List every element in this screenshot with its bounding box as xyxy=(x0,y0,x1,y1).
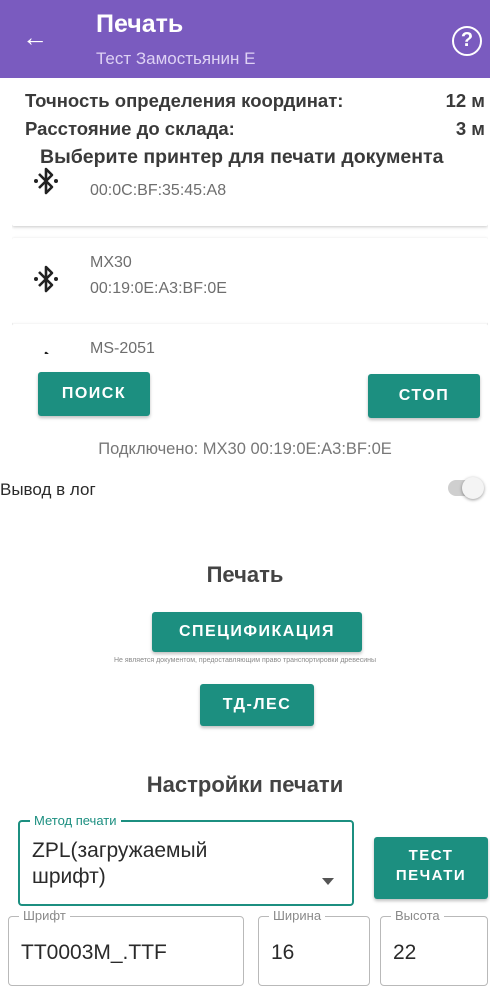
print-method-value-line2: шрифт) xyxy=(32,865,106,888)
stop-button[interactable]: СТОП xyxy=(368,374,480,418)
printer-list-item[interactable]: MS-2051 xyxy=(12,324,488,354)
printer-list[interactable]: 00:0C:BF:35:45:A8 MX30 00:19:0E:A3:BF:0E… xyxy=(12,162,488,354)
font-value: TT0003M_.TTF xyxy=(21,941,167,964)
toggle-knob xyxy=(462,477,484,499)
page-subtitle: Тест Замостьянин Е xyxy=(96,49,256,68)
app-bar: ← Печать Тест Замостьянин Е ? xyxy=(0,0,490,78)
width-value: 16 xyxy=(271,941,295,964)
connection-status: Подключено: MX30 00:19:0E:A3:BF:0E xyxy=(98,440,392,458)
width-label: Ширина xyxy=(269,908,326,924)
arrow-back-icon[interactable]: ← xyxy=(22,24,48,50)
search-button[interactable]: ПОИСК xyxy=(38,372,150,416)
print-section-title: Печать xyxy=(206,562,284,587)
test-print-label-line2: ПЕЧАТИ xyxy=(395,867,467,884)
specification-note: Не является документом, предоставляющим … xyxy=(113,657,377,664)
accuracy-value: 12 м xyxy=(445,90,485,111)
print-method-value: ZPL(загружаемый шрифт) xyxy=(32,838,207,890)
distance-value: 3 м xyxy=(455,118,485,139)
test-print-label-line1: ТЕСТ xyxy=(408,847,454,864)
distance-label: Расстояние до склада: xyxy=(25,118,235,139)
width-field[interactable]: Ширина 16 xyxy=(258,908,370,986)
print-method-select[interactable]: Метод печати ZPL(загружаемый шрифт) xyxy=(18,813,354,906)
print-method-label: Метод печати xyxy=(30,813,121,829)
font-field[interactable]: Шрифт TT0003M_.TTF xyxy=(8,908,244,986)
bluetooth-icon xyxy=(34,265,58,293)
accuracy-label: Точность определения координат: xyxy=(25,90,344,111)
specification-button[interactable]: СПЕЦИФИКАЦИЯ xyxy=(152,612,362,652)
printer-name: MS-2051 xyxy=(90,340,155,354)
accuracy-row: Точность определения координат: 12 м xyxy=(25,90,485,112)
print-method-value-line1: ZPL(загружаемый xyxy=(32,839,208,862)
bluetooth-icon xyxy=(44,351,49,354)
printer-list-item[interactable]: MX30 00:19:0E:A3:BF:0E xyxy=(12,238,488,324)
help-circle-icon[interactable]: ? xyxy=(452,26,482,56)
td-les-button[interactable]: ТД-ЛЕС xyxy=(200,684,314,726)
test-print-button[interactable]: ТЕСТ ПЕЧАТИ xyxy=(374,837,488,899)
page-title: Печать xyxy=(96,10,184,38)
log-toggle[interactable] xyxy=(448,477,484,499)
bluetooth-icon xyxy=(34,167,58,195)
printer-prompt: Выберите принтер для печати документа xyxy=(40,146,444,168)
chevron-down-icon xyxy=(322,878,334,885)
distance-row: Расстояние до склада: 3 м xyxy=(25,118,485,140)
printer-address: 00:0C:BF:35:45:A8 xyxy=(90,182,227,199)
printer-name: MX30 xyxy=(90,254,132,271)
printer-address: 00:19:0E:A3:BF:0E xyxy=(90,280,227,297)
height-field[interactable]: Высота 22 xyxy=(380,908,488,986)
printer-list-item[interactable]: 00:0C:BF:35:45:A8 xyxy=(12,162,488,226)
log-label: Вывод в лог xyxy=(0,480,96,499)
settings-title: Настройки печати xyxy=(146,772,344,797)
font-label: Шрифт xyxy=(19,908,70,924)
height-value: 22 xyxy=(393,941,417,964)
height-label: Высота xyxy=(391,908,444,924)
